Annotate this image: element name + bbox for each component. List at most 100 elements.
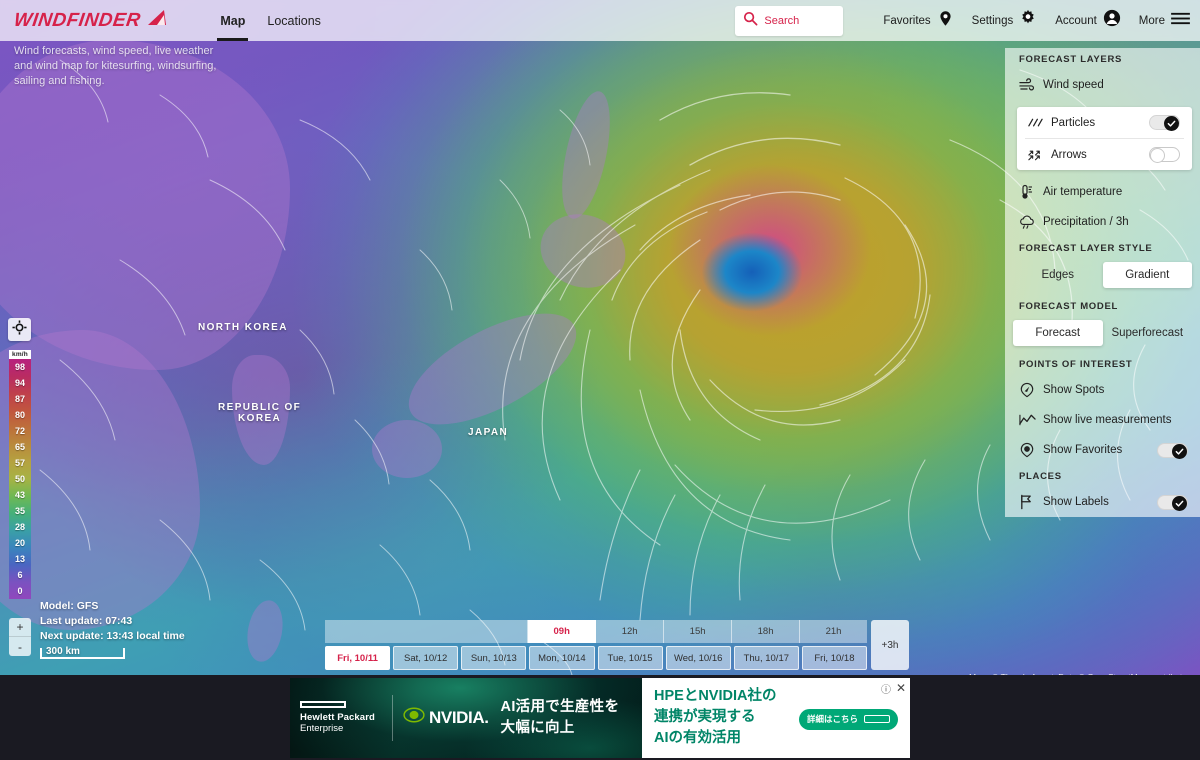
timeline-step-forward-button[interactable]: +3h bbox=[871, 620, 909, 670]
ad-strip: Hewlett Packard Enterprise NVIDIA. AI活用で… bbox=[0, 675, 1200, 760]
poi-show-favorites[interactable]: Show Favorites bbox=[1005, 435, 1200, 465]
ad-divider bbox=[392, 694, 393, 741]
header-favorites-label: Favorites bbox=[883, 14, 931, 27]
model-info-block: Model: GFS Last update: 07:43 Next updat… bbox=[40, 599, 185, 659]
timeline-day-fri--10-18[interactable]: Fri, 10/18 bbox=[801, 646, 867, 670]
legend-tick-13: 13 bbox=[14, 554, 25, 564]
timeline-hour-09h[interactable]: 09h bbox=[528, 620, 597, 643]
landmass-hokkaido bbox=[530, 203, 636, 299]
hpe-logo-line1: Hewlett Packard bbox=[300, 712, 375, 723]
timeline-day-tue--10-15[interactable]: Tue, 10/15 bbox=[597, 646, 663, 670]
layer-style-option-gradient[interactable]: Gradient bbox=[1102, 262, 1192, 288]
model-next-update: Next update: 13:43 local time bbox=[40, 630, 185, 642]
sublayer-particles-toggle[interactable] bbox=[1149, 115, 1180, 131]
search-placeholder: Search bbox=[764, 14, 800, 27]
poi-show-spots[interactable]: Show Spots bbox=[1005, 375, 1200, 405]
ad-close-icon[interactable]: ✕ bbox=[896, 682, 906, 694]
timeline-hour-15h[interactable]: 15h bbox=[664, 620, 733, 643]
sublayer-particles[interactable]: Particles bbox=[1017, 107, 1192, 138]
timeline-day-fri--10-11[interactable]: Fri, 10/11 bbox=[325, 646, 391, 670]
layers-settings-panel: FORECAST LAYERS Wind speed Particles Arr… bbox=[1005, 48, 1200, 517]
legend-tick-94: 94 bbox=[14, 378, 25, 388]
forecast-timeline: 09h 12h 15h 18h 21h Fri, 10/11 Sat, 10/12 Sun,… bbox=[325, 620, 909, 670]
poi-show-live-measurements[interactable]: Show live measurements bbox=[1005, 405, 1200, 435]
ad-cta-button[interactable]: 詳細はこちら bbox=[798, 708, 898, 730]
model-name: Model: GFS bbox=[40, 600, 99, 612]
landmass-taiwan bbox=[242, 597, 288, 665]
legend-tick-20: 20 bbox=[14, 538, 25, 548]
ad-info-icon[interactable]: ⓘ bbox=[881, 681, 891, 696]
timeline-left: 09h 12h 15h 18h 21h Fri, 10/11 Sat, 10/12 Sun,… bbox=[325, 620, 867, 670]
timeline-day-thu--10-17[interactable]: Thu, 10/17 bbox=[733, 646, 799, 670]
layer-air-temperature[interactable]: Air temperature bbox=[1005, 177, 1200, 207]
section-title-forecast-layers: FORECAST LAYERS bbox=[1005, 48, 1200, 70]
toggle-knob bbox=[1172, 443, 1187, 459]
timeline-day-wed--10-16[interactable]: Wed, 10/16 bbox=[665, 646, 731, 670]
sublayer-arrows[interactable]: Arrows bbox=[1017, 139, 1192, 170]
timeline-hour-18h[interactable]: 18h bbox=[732, 620, 801, 643]
timeline-day-mon--10-14[interactable]: Mon, 10/14 bbox=[529, 646, 595, 670]
landmass-japan-honshu bbox=[392, 291, 593, 447]
landmass-asia-mainland bbox=[0, 40, 290, 370]
timeline-hour-blank[interactable] bbox=[325, 620, 529, 643]
sublayer-arrows-label: Arrows bbox=[1051, 148, 1087, 161]
map-scale-bar: 300 km bbox=[40, 646, 125, 659]
layer-wind-speed[interactable]: Wind speed bbox=[1005, 70, 1200, 100]
legend-tick-43: 43 bbox=[14, 490, 25, 500]
search-input[interactable]: Search bbox=[735, 5, 844, 36]
legend-tick-35: 35 bbox=[14, 506, 25, 516]
header-more[interactable]: More bbox=[1139, 11, 1190, 31]
windfinder-sail-logo-icon bbox=[147, 9, 169, 32]
advertisement-banner[interactable]: Hewlett Packard Enterprise NVIDIA. AI活用で… bbox=[290, 677, 910, 758]
forecast-model-option-superforecast[interactable]: Superforecast bbox=[1103, 320, 1193, 346]
layer-precipitation-label: Precipitation / 3h bbox=[1043, 216, 1129, 228]
legend-tick-50: 50 bbox=[14, 474, 25, 484]
thermometer-icon bbox=[1019, 184, 1039, 200]
nvidia-eye-icon bbox=[403, 706, 425, 729]
nav-tab-map[interactable]: Map bbox=[209, 0, 256, 41]
map-pin-icon bbox=[937, 10, 954, 32]
toggle-knob bbox=[1164, 116, 1179, 131]
legend-tick-72: 72 bbox=[14, 426, 25, 436]
places-show-labels-toggle[interactable] bbox=[1157, 494, 1188, 511]
legend-tick-80: 80 bbox=[14, 410, 25, 420]
zoom-in-button[interactable]: + bbox=[9, 618, 31, 637]
primary-nav: Map Locations bbox=[209, 0, 332, 41]
flag-label-icon bbox=[1019, 494, 1039, 510]
header-settings[interactable]: Settings bbox=[972, 9, 1038, 32]
zoom-out-button[interactable]: - bbox=[9, 637, 31, 656]
places-show-labels[interactable]: Show Labels bbox=[1005, 487, 1200, 517]
rain-cloud-icon bbox=[1019, 215, 1039, 230]
layer-style-option-edges[interactable]: Edges bbox=[1013, 262, 1103, 288]
layer-air-temperature-label: Air temperature bbox=[1043, 186, 1123, 198]
header-right-group: Search Favorites Settings Account More bbox=[735, 5, 1190, 36]
favorite-pin-icon bbox=[1019, 442, 1039, 458]
header-account[interactable]: Account bbox=[1055, 9, 1121, 32]
map-label-japan: JAPAN bbox=[468, 427, 509, 438]
sublayer-particles-label: Particles bbox=[1051, 116, 1096, 129]
locate-me-button[interactable] bbox=[8, 318, 31, 341]
live-chart-icon bbox=[1019, 413, 1039, 427]
timeline-days-row: Fri, 10/11 Sat, 10/12 Sun, 10/13 Mon, 10/14… bbox=[325, 646, 867, 670]
nav-tab-locations[interactable]: Locations bbox=[256, 0, 332, 41]
sublayer-arrows-toggle[interactable] bbox=[1149, 147, 1180, 163]
brand-logo[interactable]: WINDFINDER bbox=[13, 9, 169, 32]
legend-unit-label: km/h bbox=[9, 350, 31, 359]
forecast-model-option-forecast[interactable]: Forecast bbox=[1013, 320, 1103, 346]
wind-icon bbox=[1019, 78, 1039, 92]
timeline-day-sat--10-12[interactable]: Sat, 10/12 bbox=[393, 646, 459, 670]
poi-show-favorites-toggle[interactable] bbox=[1157, 442, 1188, 459]
locate-target-icon bbox=[12, 319, 27, 340]
timeline-hour-21h[interactable]: 21h bbox=[800, 620, 867, 643]
spot-pin-icon bbox=[1019, 382, 1039, 398]
timeline-hours-row: 09h 12h 15h 18h 21h bbox=[325, 620, 867, 643]
legend-tick-28: 28 bbox=[14, 522, 25, 532]
section-title-points-of-interest: POINTS OF INTEREST bbox=[1005, 353, 1200, 375]
layer-precipitation[interactable]: Precipitation / 3h bbox=[1005, 207, 1200, 237]
timeline-hour-12h[interactable]: 12h bbox=[596, 620, 665, 643]
poi-show-favorites-label: Show Favorites bbox=[1043, 444, 1123, 456]
header-account-label: Account bbox=[1055, 14, 1097, 27]
header-favorites[interactable]: Favorites bbox=[883, 10, 953, 32]
timeline-day-sun--10-13[interactable]: Sun, 10/13 bbox=[461, 646, 527, 670]
legend-tick-6: 6 bbox=[17, 570, 23, 580]
